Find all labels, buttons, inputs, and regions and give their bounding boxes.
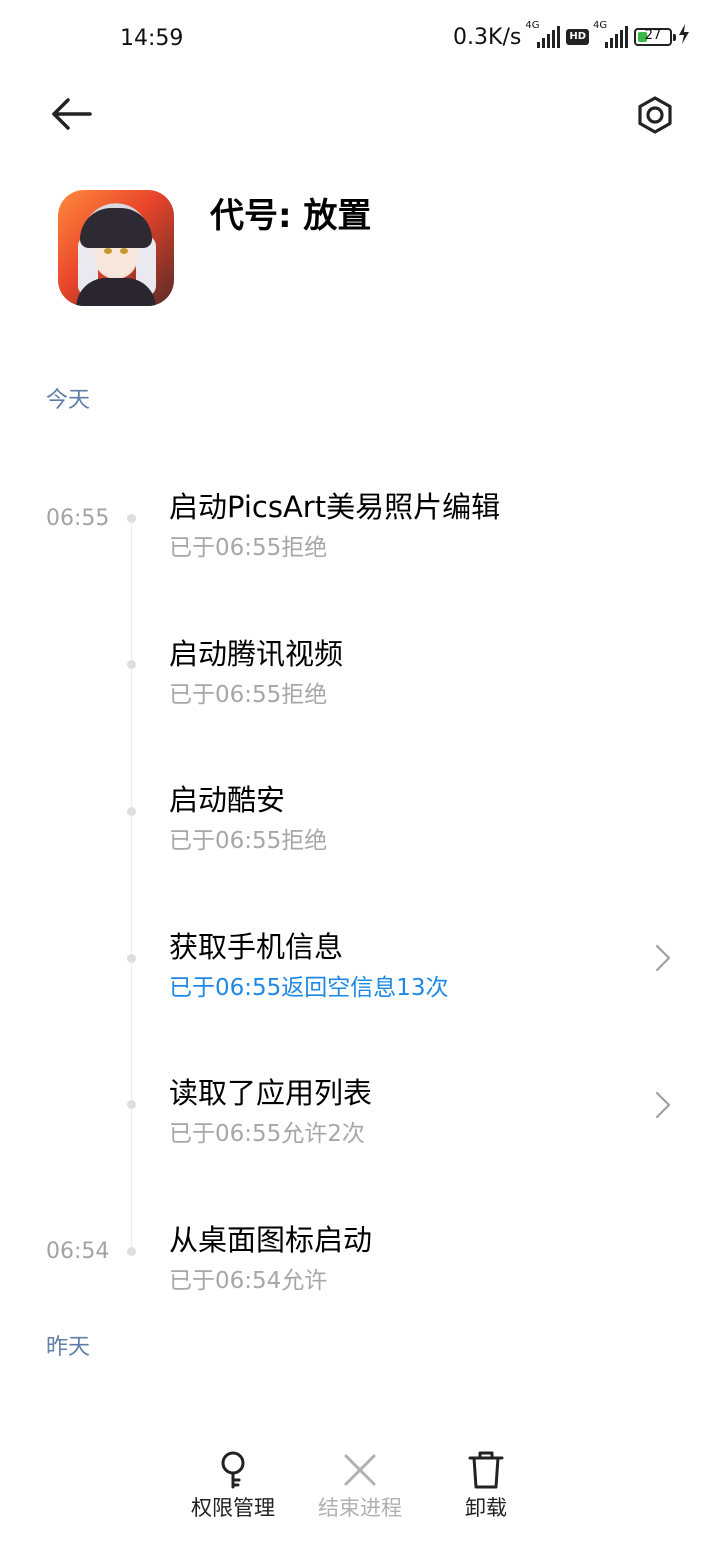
uninstall-label: 卸载 bbox=[465, 1496, 507, 1520]
trash-icon bbox=[468, 1451, 504, 1489]
timeline-dot bbox=[127, 807, 136, 816]
section-today: 今天 bbox=[46, 388, 91, 413]
charging-icon bbox=[678, 24, 690, 50]
back-button[interactable] bbox=[44, 90, 100, 138]
event-subtitle: 已于06:55拒绝 bbox=[169, 828, 328, 854]
event-time: 06:54 bbox=[46, 1239, 110, 1264]
timeline-dot bbox=[127, 514, 136, 523]
event-title: 从桌面图标启动 bbox=[169, 1223, 373, 1257]
timeline-dot bbox=[127, 660, 136, 669]
settings-button[interactable] bbox=[628, 88, 682, 142]
signal-sim1-icon: 4G bbox=[525, 20, 561, 48]
event-subtitle: 已于06:55返回空信息13次 bbox=[169, 975, 449, 1001]
event-title: 启动酷安 bbox=[169, 783, 286, 817]
event-subtitle: 已于06:55允许2次 bbox=[169, 1121, 365, 1147]
event-title: 读取了应用列表 bbox=[169, 1076, 373, 1110]
permissions-button[interactable]: 权限管理 bbox=[173, 1450, 293, 1540]
status-time: 14:59 bbox=[120, 26, 184, 51]
signal-sim2-icon: 4G bbox=[593, 20, 628, 48]
event-subtitle: 已于06:54允许 bbox=[169, 1268, 328, 1294]
force-stop-label: 结束进程 bbox=[318, 1496, 402, 1520]
section-yesterday: 昨天 bbox=[46, 1335, 91, 1360]
timeline-dot bbox=[127, 1247, 136, 1256]
sim2-tag: 4G bbox=[593, 20, 608, 31]
timeline-dot bbox=[127, 1100, 136, 1109]
battery-level: 27 bbox=[644, 28, 662, 43]
timeline-dot bbox=[127, 954, 136, 963]
chevron-right-icon[interactable] bbox=[652, 942, 674, 974]
event-subtitle: 已于06:55拒绝 bbox=[169, 535, 328, 561]
back-arrow-icon bbox=[52, 98, 92, 130]
app-name: 代号: 放置 bbox=[210, 196, 372, 236]
event-title: 启动腾讯视频 bbox=[169, 637, 344, 671]
timeline-line bbox=[131, 518, 132, 1254]
battery-icon: 27 bbox=[634, 28, 676, 46]
uninstall-button[interactable]: 卸载 bbox=[426, 1450, 546, 1540]
close-icon bbox=[344, 1454, 376, 1486]
sim1-tag: 4G bbox=[525, 20, 540, 31]
event-title: 获取手机信息 bbox=[169, 930, 344, 964]
hd-badge: HD bbox=[566, 29, 589, 45]
event-time: 06:55 bbox=[46, 506, 110, 531]
event-title: 启动PicsArt美易照片编辑 bbox=[169, 490, 501, 524]
chevron-right-icon[interactable] bbox=[652, 1089, 674, 1121]
event-subtitle: 已于06:55拒绝 bbox=[169, 682, 328, 708]
permissions-label: 权限管理 bbox=[191, 1496, 275, 1520]
key-icon bbox=[221, 1451, 245, 1489]
status-indicators: 0.3K/s 4G HD 4G 27 bbox=[453, 20, 690, 50]
settings-icon bbox=[638, 96, 672, 134]
force-stop-button[interactable]: 结束进程 bbox=[300, 1450, 420, 1540]
app-icon bbox=[58, 190, 174, 306]
network-speed: 0.3K/s bbox=[453, 24, 522, 50]
